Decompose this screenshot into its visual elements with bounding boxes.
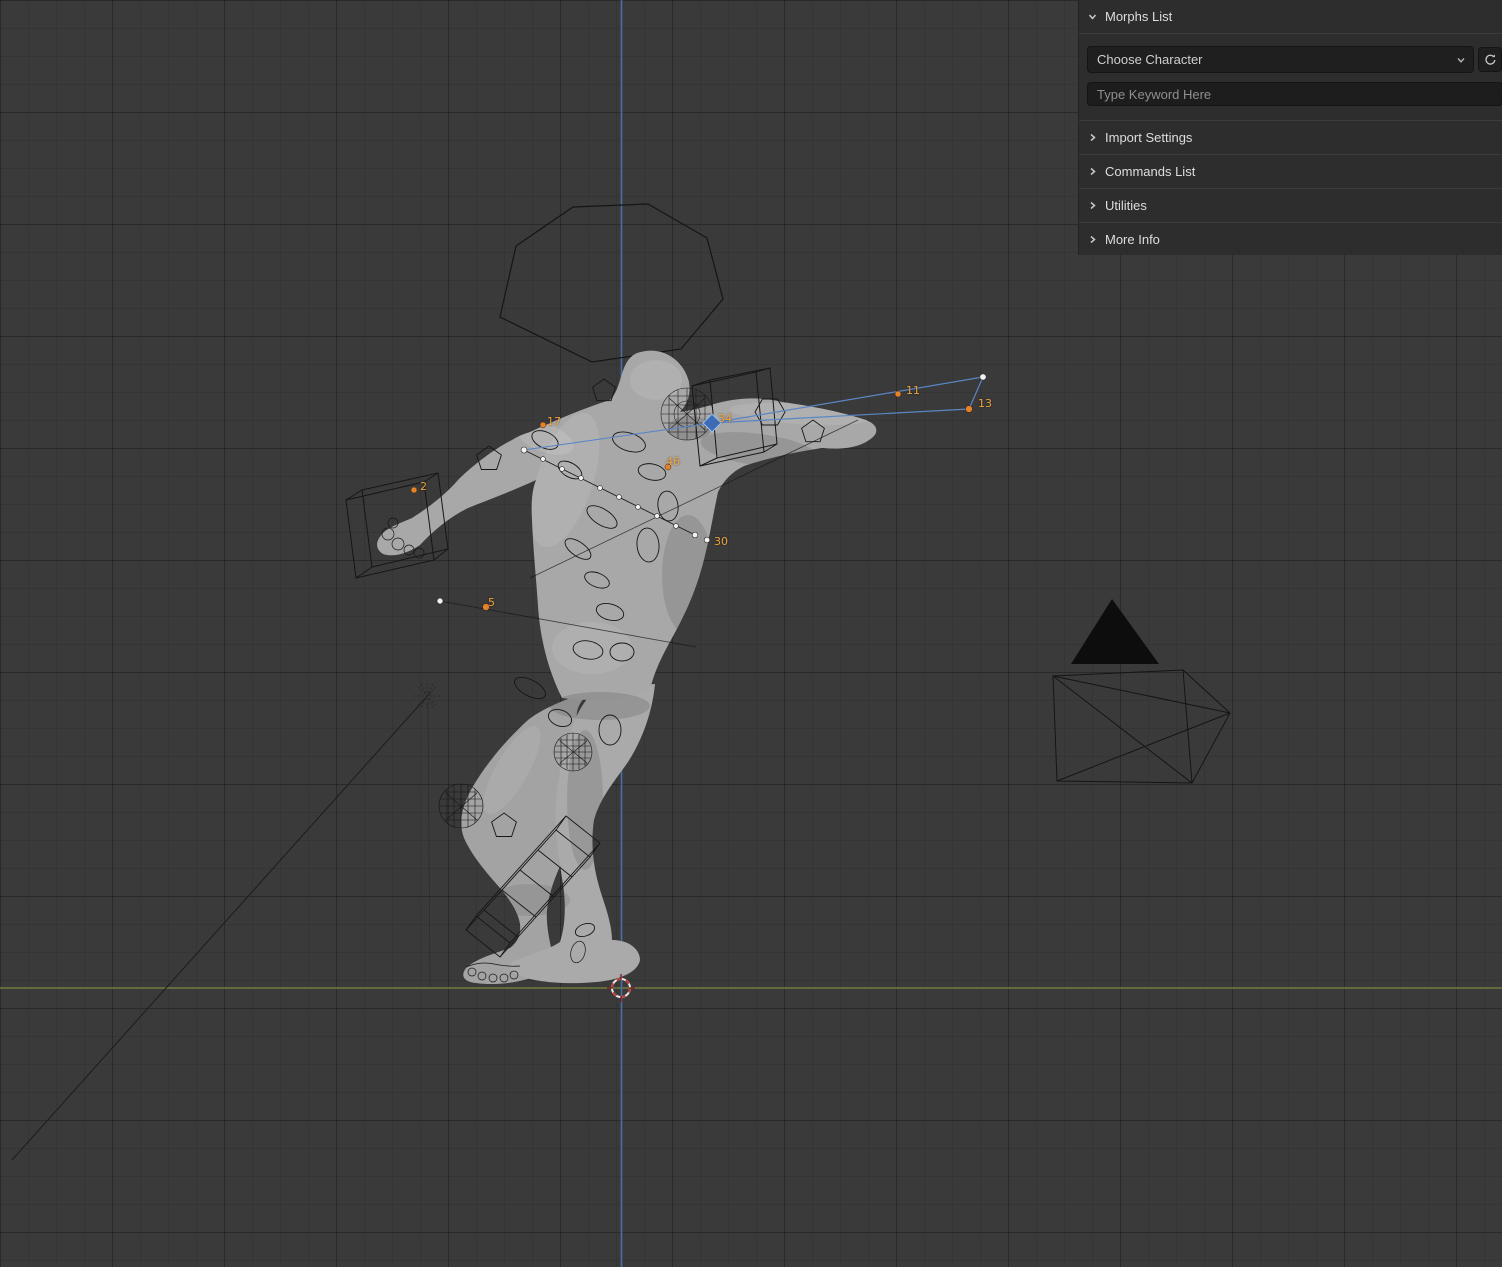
refresh-button[interactable] [1478, 47, 1502, 72]
panel-section-commands-list[interactable]: Commands List [1079, 154, 1502, 188]
sidebar-panel: Morphs List Choose Character Type Keywor… [1078, 0, 1502, 255]
section-label: Import Settings [1105, 130, 1193, 145]
section-label: Morphs List [1105, 9, 1173, 24]
app-window: 11 13 17 46 2 34 30 5 Morphs List Choose Charac… [0, 0, 1502, 1267]
chevron-down-icon [1087, 11, 1098, 22]
section-label: More Info [1105, 232, 1160, 247]
empty-axes-marker [414, 683, 440, 709]
refresh-icon [1484, 54, 1495, 65]
keyword-input[interactable] [1087, 82, 1502, 106]
constraint-line [11, 691, 432, 1161]
choose-character-dropdown[interactable]: Choose Character [1087, 46, 1474, 73]
panel-section-morphs-list[interactable]: Morphs List [1079, 0, 1502, 34]
morphs-list-content: Choose Character [1079, 34, 1502, 120]
chevron-right-icon [1087, 166, 1098, 177]
dropdown-value: Choose Character [1097, 52, 1203, 67]
chevron-right-icon [1087, 200, 1098, 211]
chevron-down-icon [1456, 55, 1466, 65]
section-label: Commands List [1105, 164, 1196, 179]
panel-section-more-info[interactable]: More Info [1079, 222, 1502, 255]
empty-objects-right [1052, 599, 1231, 784]
octagon-empty [499, 203, 724, 363]
figure-model[interactable] [377, 350, 877, 985]
chevron-right-icon [1087, 234, 1098, 245]
panel-section-utilities[interactable]: Utilities [1079, 188, 1502, 222]
chevron-right-icon [1087, 132, 1098, 143]
section-label: Utilities [1105, 198, 1147, 213]
panel-section-import-settings[interactable]: Import Settings [1079, 120, 1502, 154]
